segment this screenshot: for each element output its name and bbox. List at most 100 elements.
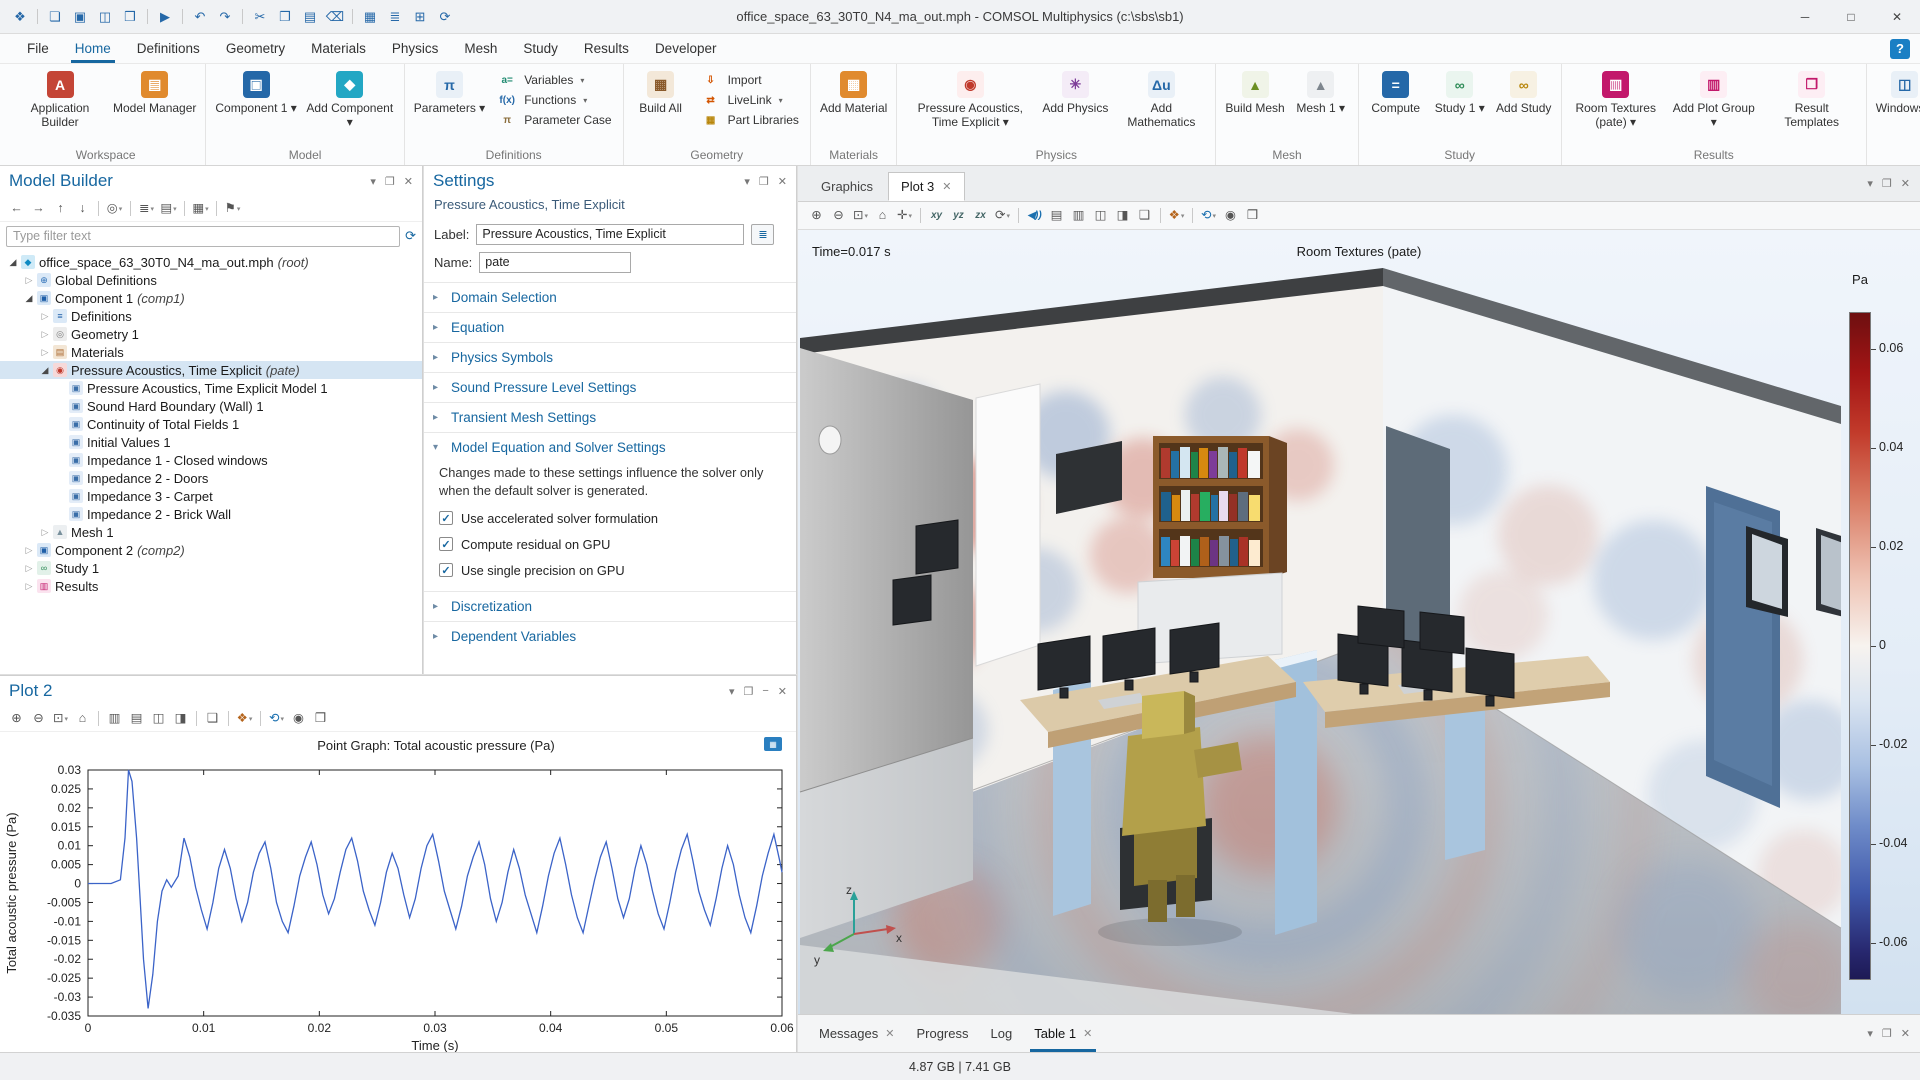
ribbon-button-mesh-1[interactable]: ▲ Mesh 1 ▾ [1290, 69, 1352, 117]
section-header-sound-pressure-level-settings[interactable]: ▸ Sound Pressure Level Settings [424, 373, 796, 402]
close-tab-icon[interactable]: ✕ [885, 1027, 894, 1040]
tree-item-initial-values-1[interactable]: ▣ Initial Values 1 [0, 433, 422, 451]
zoom-in-icon[interactable]: ⊕ [806, 205, 827, 226]
plot-window-icon[interactable]: ▦ [764, 737, 782, 751]
ribbon-button-room-textures-pate[interactable]: ▥ Room Textures (pate) ▾ [1568, 69, 1664, 131]
ribbon-button-functions[interactable]: f(x) Functions ▾ [490, 91, 616, 109]
help-button[interactable]: ? [1890, 38, 1910, 59]
tree-filter-input[interactable] [6, 225, 401, 247]
panel-menu-icon[interactable]: ▾ [729, 685, 735, 698]
ribbon-button-pressure-acoustics-time-explicit[interactable]: ◉ Pressure Acoustics, Time Explicit ▾ [903, 69, 1037, 131]
label-field[interactable] [476, 223, 745, 245]
tree-item-study-1[interactable]: ▷ ∞ Study 1 [0, 559, 422, 577]
ribbon-button-add-mathematics[interactable]: Δu Add Mathematics [1113, 69, 1209, 131]
scene-light-icon[interactable]: ◨ [1112, 205, 1133, 226]
play-sound-icon[interactable]: ◀)) [1024, 205, 1045, 226]
panel-close-icon[interactable]: ✕ [1901, 1027, 1910, 1040]
menu-tab-home[interactable]: Home [62, 34, 124, 63]
tree-item-impedance-2-doors[interactable]: ▣ Impedance 2 - Doors [0, 469, 422, 487]
ribbon-button-application-builder[interactable]: A Application Builder [12, 69, 108, 131]
comsol-logo-icon[interactable]: ❖ [8, 5, 32, 29]
print-icon[interactable]: ❒ [310, 708, 331, 729]
section-header-discretization[interactable]: ▸ Discretization [424, 592, 796, 621]
manual-axis-icon[interactable]: ◨ [170, 708, 191, 729]
panel-float-icon[interactable]: ❐ [759, 175, 769, 188]
run-icon[interactable]: ▶ [153, 5, 177, 29]
tag-icon[interactable]: ⚑ ▾ [222, 198, 243, 219]
close-tab-icon[interactable]: ✕ [942, 180, 951, 193]
expander-closed-icon[interactable]: ▷ [38, 311, 52, 322]
menu-tab-geometry[interactable]: Geometry [213, 34, 298, 63]
view-xy-icon[interactable]: xy [926, 205, 947, 226]
ribbon-button-variables[interactable]: a= Variables ▾ [490, 71, 616, 89]
ribbon-button-add-plot-group[interactable]: ▥ Add Plot Group ▾ [1666, 69, 1762, 131]
section-header-model-equation-and-solver-settings[interactable]: ▾ Model Equation and Solver Settings [424, 433, 796, 462]
menu-tab-developer[interactable]: Developer [642, 34, 730, 63]
panel-close-icon[interactable]: ✕ [1901, 177, 1910, 190]
menu-tab-physics[interactable]: Physics [379, 34, 452, 63]
ribbon-button-add-material[interactable]: ▦ Add Material [817, 69, 890, 117]
close-button[interactable]: ✕ [1874, 0, 1920, 33]
ribbon-button-build-mesh[interactable]: ▲ Build Mesh [1222, 69, 1287, 117]
expander-closed-icon[interactable]: ▷ [38, 347, 52, 358]
panel-float-icon[interactable]: ❐ [385, 175, 395, 188]
ribbon-button-add-physics[interactable]: ✳ Add Physics [1039, 69, 1111, 117]
ribbon-button-result-templates[interactable]: ❒ Result Templates [1764, 69, 1860, 131]
node-grouping-icon[interactable]: ▤ ▾ [158, 198, 179, 219]
expander-closed-icon[interactable]: ▷ [22, 545, 36, 556]
node-text-icon[interactable]: ≣ ▾ [136, 198, 157, 219]
tab-graphics[interactable]: Graphics [808, 172, 886, 201]
settings-window-icon[interactable]: ≣ [383, 5, 407, 29]
tab-log[interactable]: Log [980, 1015, 1024, 1052]
ribbon-button-study-1[interactable]: ∞ Study 1 ▾ [1429, 69, 1491, 117]
ribbon-button-component-1[interactable]: ▣ Component 1 ▾ [212, 69, 299, 117]
orthographic-projection-icon[interactable]: ◫ [1090, 205, 1111, 226]
menu-tab-mesh[interactable]: Mesh [451, 34, 510, 63]
ribbon-button-build-all[interactable]: ▦ Build All [630, 69, 692, 117]
section-header-transient-mesh-settings[interactable]: ▸ Transient Mesh Settings [424, 403, 796, 432]
undo-icon[interactable]: ↶ [188, 5, 212, 29]
move-down-icon[interactable]: ↓ [72, 198, 93, 219]
plot2-chart[interactable]: 0.03 0.025 0.02 0.015 0.01 0.005 0 -0.005 -0.01 -… [0, 758, 796, 1052]
view-zx-icon[interactable]: zx [970, 205, 991, 226]
lock-view-icon[interactable]: ❑ [1134, 205, 1155, 226]
back-icon[interactable]: ← [6, 198, 27, 219]
ribbon-button-add-study[interactable]: ∞ Add Study [1493, 69, 1555, 117]
lock-axis-icon[interactable]: ❑ [202, 708, 223, 729]
expander-closed-icon[interactable]: ▷ [38, 527, 52, 538]
tab-plot-3[interactable]: Plot 3 ✕ [888, 172, 965, 201]
ribbon-button-add-component[interactable]: ◆ Add Component ▾ [302, 69, 398, 131]
move-up-icon[interactable]: ↑ [50, 198, 71, 219]
zoom-box-icon[interactable]: ⊡ ▾ [50, 708, 71, 729]
panel-close-icon[interactable]: ✕ [404, 175, 413, 188]
model-tree-windows-icon[interactable]: ▦ ▾ [190, 198, 211, 219]
zoom-extents-icon[interactable]: ⌂ [72, 708, 93, 729]
expander-closed-icon[interactable]: ▷ [22, 563, 36, 574]
tab-table-1[interactable]: Table 1 ✕ [1023, 1015, 1103, 1052]
tree-item-impedance-1-closed-windows[interactable]: ▣ Impedance 1 - Closed windows [0, 451, 422, 469]
checkbox-use-accelerated-solver-formulation[interactable]: ✓ Use accelerated solver formulation [439, 511, 781, 526]
section-header-dependent-variables[interactable]: ▸ Dependent Variables [424, 622, 796, 651]
tree-item-materials[interactable]: ▷ ▤ Materials [0, 343, 422, 361]
room-3d-view[interactable] [798, 230, 1920, 1014]
axis-equal-icon[interactable]: ◫ [148, 708, 169, 729]
expander-open-icon[interactable]: ◢ [22, 293, 36, 304]
panel-close-icon[interactable]: ✕ [778, 175, 787, 188]
graphics-viewport[interactable]: Time=0.017 s Room Textures (pate) Pa z x… [798, 230, 1920, 1014]
tab-messages[interactable]: Messages ✕ [808, 1015, 905, 1052]
menu-tab-file[interactable]: File [14, 34, 62, 63]
update-plot-icon[interactable]: ⟲ ▾ [266, 708, 287, 729]
cut-icon[interactable]: ✂ [248, 5, 272, 29]
show-icon[interactable]: ◎ ▾ [104, 198, 125, 219]
menu-tab-results[interactable]: Results [571, 34, 642, 63]
color-theme-icon[interactable]: ❖ ▾ [1166, 205, 1187, 226]
open-icon[interactable]: ❏ [43, 5, 67, 29]
copy-icon[interactable]: ❐ [273, 5, 297, 29]
zoom-extents-icon[interactable]: ⌂ [872, 205, 893, 226]
ribbon-button-model-manager[interactable]: ▤ Model Manager [110, 69, 199, 117]
tree-item-sound-hard-boundary-wall-1[interactable]: ▣ Sound Hard Boundary (Wall) 1 [0, 397, 422, 415]
save-icon[interactable]: ▣ [68, 5, 92, 29]
snapshot-icon[interactable]: ◉ [288, 708, 309, 729]
zoom-in-icon[interactable]: ⊕ [6, 708, 27, 729]
panel-float-icon[interactable]: ❐ [1882, 177, 1892, 190]
